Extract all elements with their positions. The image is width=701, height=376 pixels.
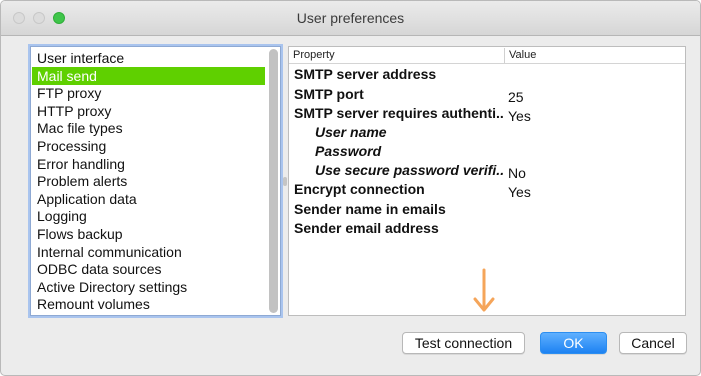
category-item[interactable]: FTP proxy [32, 84, 265, 102]
property-column-header[interactable]: Property [293, 49, 335, 61]
window-title: User preferences [296, 10, 405, 26]
category-item[interactable]: User interface [32, 49, 265, 67]
value-column-header[interactable]: Value [509, 49, 536, 61]
category-item[interactable]: HTTP proxy [32, 102, 265, 120]
category-item[interactable]: Remount volumes [32, 295, 265, 313]
category-item[interactable]: Mail send [32, 66, 265, 85]
property-table-header: Property Value [289, 47, 685, 64]
category-list[interactable]: User interface Mail send FTP proxy HTTP pro… [30, 46, 281, 316]
property-name: SMTP server requires authenti... [294, 105, 504, 121]
property-row[interactable]: SMTP server address [289, 65, 685, 84]
property-row[interactable]: User name [289, 123, 685, 142]
category-item[interactable]: ODBC data sources [32, 260, 265, 278]
property-row[interactable]: Password [289, 142, 685, 161]
property-name: Password [315, 143, 382, 159]
category-item[interactable]: Flows backup [32, 225, 265, 243]
property-name: Use secure password verifi... [315, 162, 503, 178]
property-row[interactable]: Sender name in emails [289, 200, 685, 219]
test-connection-button[interactable]: Test connection [402, 332, 525, 354]
category-item[interactable]: Error handling [32, 155, 265, 173]
category-list-scrollbar[interactable] [269, 49, 278, 313]
property-row[interactable]: Use secure password verifi... No [289, 161, 685, 181]
category-item[interactable]: Active Directory settings [32, 278, 265, 296]
property-value[interactable]: No [508, 165, 526, 181]
category-item[interactable]: Logging [32, 207, 265, 225]
panel-splitter-handle[interactable] [283, 177, 287, 186]
property-name: Encrypt connection [294, 181, 425, 197]
property-name: User name [315, 124, 387, 140]
property-row[interactable]: Sender email address [289, 219, 685, 238]
category-item[interactable]: Processing [32, 137, 265, 155]
property-row[interactable]: SMTP server requires authenti... Yes [289, 104, 685, 124]
property-value[interactable]: Yes [508, 108, 531, 124]
property-name: SMTP port [294, 86, 364, 102]
property-name: SMTP server address [294, 66, 437, 82]
property-name: Sender email address [294, 220, 439, 236]
property-value[interactable]: Yes [508, 184, 531, 200]
property-row[interactable]: Encrypt connection Yes [289, 180, 685, 200]
category-item[interactable]: Application data [32, 190, 265, 208]
property-name: Sender name in emails [294, 201, 446, 217]
preferences-window: User preferences User interface Mail send… [0, 0, 701, 376]
column-divider[interactable] [504, 48, 505, 63]
category-item[interactable]: Problem alerts [32, 172, 265, 190]
title-bar: User preferences [1, 1, 700, 36]
category-item[interactable]: Mac file types [32, 119, 265, 137]
ok-button[interactable]: OK [540, 332, 607, 354]
category-item[interactable]: Internal communication [32, 243, 265, 261]
property-value[interactable]: 25 [508, 89, 524, 105]
down-arrow-icon [473, 268, 495, 312]
property-row[interactable]: SMTP port 25 [289, 85, 685, 105]
cancel-button[interactable]: Cancel [619, 332, 687, 354]
